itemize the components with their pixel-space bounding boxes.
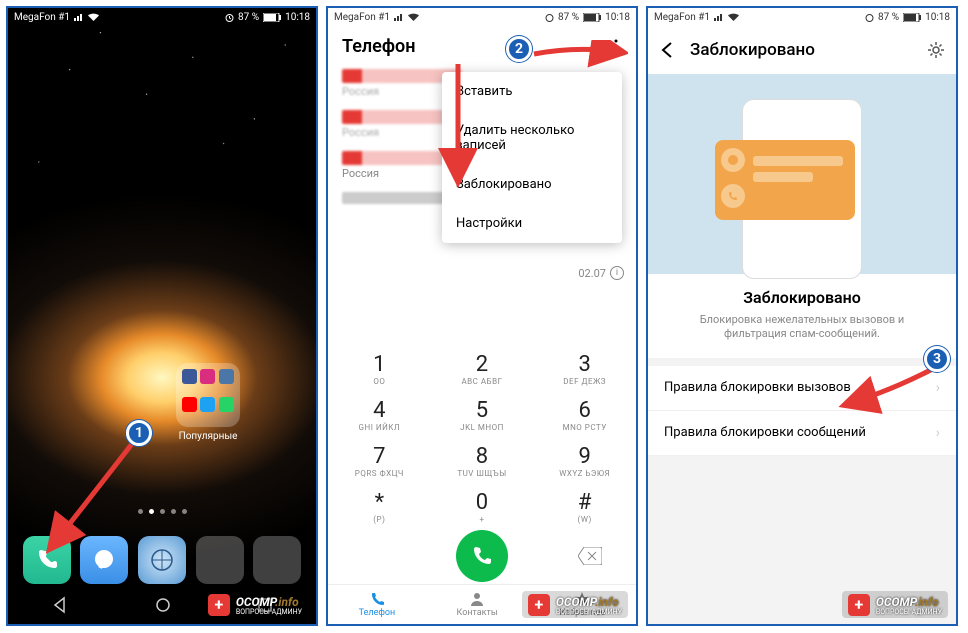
battery-label: 87 % <box>878 12 899 23</box>
status-bar: MegaFon #1 87 % 10:18 <box>648 8 956 26</box>
alarm-icon <box>865 13 874 22</box>
key-7[interactable]: 7PQRS ФХЦЧ <box>328 438 431 484</box>
folder-label: Популярные <box>172 431 244 442</box>
dock <box>8 536 316 584</box>
annotation-badge-1: 1 <box>126 420 152 446</box>
wifi-icon <box>728 13 739 21</box>
key-8[interactable]: 8TUV ШЩЪЫ <box>431 438 534 484</box>
time-label: 10:18 <box>605 12 630 23</box>
chevron-right-icon: › <box>936 425 940 441</box>
row-sms-rules[interactable]: Правила блокировки сообщений › <box>648 411 956 456</box>
phone-home-screen: MegaFon #1 87 % 10:18 Популярные <box>6 6 318 626</box>
dock-folder-google[interactable] <box>196 536 244 584</box>
wifi-icon <box>408 13 419 21</box>
app-title: Телефон <box>328 26 636 63</box>
backspace-icon[interactable] <box>578 547 602 565</box>
hero-chat-icon <box>721 148 745 172</box>
screen-header: Заблокировано <box>648 26 956 74</box>
key-star[interactable]: *(P) <box>328 484 431 530</box>
carrier-label: MegaFon #1 <box>334 12 390 23</box>
blocked-info: Заблокировано Блокировка нежелательных в… <box>648 274 956 358</box>
watermark: + OCOMP.info ВОПРОСЫ АДМИНУ <box>842 591 948 618</box>
signal-icon <box>74 13 84 21</box>
chevron-right-icon: › <box>936 380 940 396</box>
time-label: 10:18 <box>925 12 950 23</box>
alarm-icon <box>225 13 234 22</box>
gear-icon[interactable] <box>926 40 946 60</box>
battery-icon <box>903 13 921 22</box>
wallpaper <box>8 8 316 624</box>
signal-icon <box>394 13 404 21</box>
folder-grid <box>176 363 240 427</box>
carrier-label: MegaFon #1 <box>14 12 70 23</box>
blocked-title: Заблокировано <box>668 288 936 307</box>
alarm-icon <box>545 13 554 22</box>
key-9[interactable]: 9WXYZ ЬЭЮЯ <box>533 438 636 484</box>
blocked-subtitle: Блокировка нежелательных вызовов и фильт… <box>668 313 936 342</box>
battery-icon <box>263 13 281 22</box>
battery-icon <box>583 13 601 22</box>
phone-blocked-screen: MegaFon #1 87 % 10:18 Заблокировано <box>646 6 958 626</box>
carrier-label: MegaFon #1 <box>654 12 710 23</box>
messages-app-icon[interactable] <box>80 536 128 584</box>
status-bar: MegaFon #1 87 % 10:18 <box>8 8 316 26</box>
wifi-icon <box>88 13 99 21</box>
key-1[interactable]: 1ОО <box>328 346 431 392</box>
info-icon[interactable]: i <box>610 266 624 280</box>
hero-call-icon <box>721 184 745 208</box>
key-4[interactable]: 4GHI ИЙКЛ <box>328 392 431 438</box>
annotation-badge-2: 2 <box>506 36 532 62</box>
battery-label: 87 % <box>238 12 259 23</box>
key-3[interactable]: 3DEF ДЕЖЗ <box>533 346 636 392</box>
overflow-menu: Вставить Удалить несколько записей Забло… <box>442 72 622 243</box>
back-arrow-icon[interactable] <box>658 40 678 60</box>
phone-dialer-screen: MegaFon #1 87 % 10:18 Телефон Россия Рос… <box>326 6 638 626</box>
watermark-plus-icon: + <box>848 594 870 616</box>
screen-title: Заблокировано <box>690 40 914 60</box>
tab-phone[interactable]: Телефон <box>359 591 396 618</box>
key-hash[interactable]: #(W) <box>533 484 636 530</box>
time-label: 10:18 <box>285 12 310 23</box>
dialpad: 1ОО 2ABC АБВГ 3DEF ДЕЖЗ 4GHI ИЙКЛ 5JKL М… <box>328 346 636 582</box>
menu-blocked[interactable]: Заблокировано <box>442 165 622 204</box>
more-icon[interactable] <box>608 38 624 54</box>
battery-label: 87 % <box>558 12 579 23</box>
annotation-badge-3: 3 <box>924 346 950 372</box>
row-call-rules[interactable]: Правила блокировки вызовов › <box>648 366 956 411</box>
call-button[interactable] <box>456 530 508 582</box>
menu-paste[interactable]: Вставить <box>442 72 622 111</box>
browser-app-icon[interactable] <box>138 536 186 584</box>
watermark-plus-icon: + <box>528 594 550 616</box>
signal-icon <box>714 13 724 21</box>
key-2[interactable]: 2ABC АБВГ <box>431 346 534 392</box>
menu-settings[interactable]: Настройки <box>442 204 622 243</box>
call-date: 02.07 i <box>578 266 624 280</box>
home-folder[interactable]: Популярные <box>172 363 244 442</box>
settings-list: Правила блокировки вызовов › Правила бло… <box>648 366 956 456</box>
watermark-plus-icon: + <box>208 594 230 616</box>
key-5[interactable]: 5JKL МНОП <box>431 392 534 438</box>
tab-contacts[interactable]: Контакты <box>457 591 498 618</box>
page-indicator <box>8 509 316 514</box>
phone-app-icon[interactable] <box>23 536 71 584</box>
watermark: + OCOMP.info ВОПРОСЫ АДМИНУ <box>522 591 628 618</box>
key-6[interactable]: 6MNO РСТУ <box>533 392 636 438</box>
hero-illustration <box>648 74 956 274</box>
dock-folder-apps[interactable] <box>253 536 301 584</box>
watermark: + OCOMP.info ВОПРОСЫ АДМИНУ <box>202 591 308 618</box>
status-bar: MegaFon #1 87 % 10:18 <box>328 8 636 26</box>
home-icon[interactable] <box>155 597 171 613</box>
back-icon[interactable] <box>51 596 69 614</box>
menu-delete-multiple[interactable]: Удалить несколько записей <box>442 111 622 165</box>
key-0[interactable]: 0+ <box>431 484 534 530</box>
